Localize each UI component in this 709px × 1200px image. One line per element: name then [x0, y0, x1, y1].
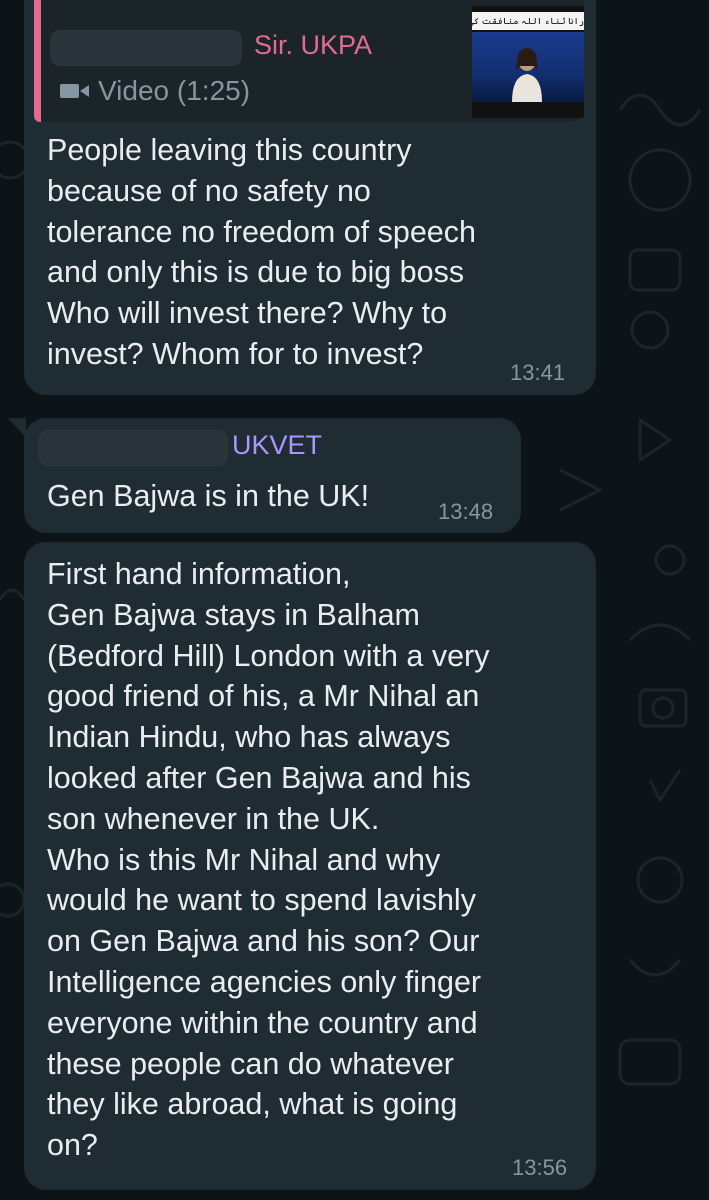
reply-quote-media: Video (1:25) [60, 74, 250, 108]
video-camera-icon [60, 84, 89, 98]
message-timestamp: 13:48 [438, 499, 494, 524]
reply-quote-accent-bar [34, 0, 41, 122]
message-text: People leaving this country because of n… [47, 133, 476, 371]
reply-quote-author: Sir. UKPA [254, 30, 373, 60]
bubble-tail [8, 418, 26, 438]
message-timestamp: 13:56 [512, 1155, 568, 1180]
message-sender-name[interactable]: UKVET [232, 430, 322, 461]
video-thumbnail[interactable]: رانا ثناء اللہ منافقت کی بوچ خلیفہ ہے [472, 6, 584, 118]
message-text: First hand information, Gen Bajwa stays … [47, 557, 490, 1163]
thumbnail-caption: رانا ثناء اللہ منافقت کی بوچ خلیفہ ہے [472, 12, 584, 30]
thumbnail-presenter [512, 48, 542, 102]
message-text: Gen Bajwa is in the UK! [47, 479, 370, 513]
redacted-name [50, 30, 242, 66]
video-duration-label: Video (1:25) [98, 75, 251, 106]
message-timestamp: 13:41 [510, 360, 566, 385]
redacted-name [38, 430, 228, 466]
